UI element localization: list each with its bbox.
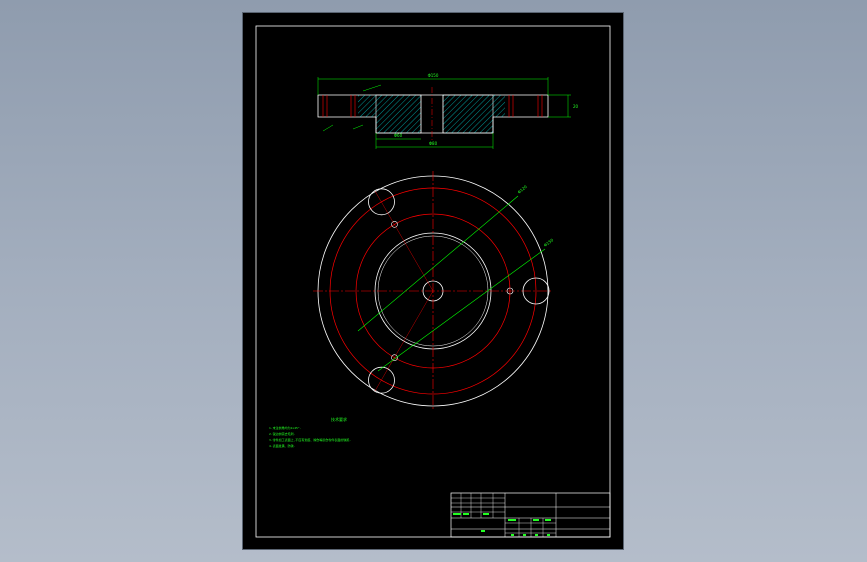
sheet-frame [255,25,611,538]
leader-line-2 [377,248,546,372]
section-hatch-left [375,94,422,134]
section-hatch-left-flange [358,95,376,117]
section-hatch-right-flange [493,95,505,117]
dim-thickness: 20 [573,104,579,109]
leader-label-1: Φ120 [516,184,528,195]
top-view: Φ120 Φ150 [313,171,555,411]
section-hatch-right [442,94,494,134]
dim-overall-width: Φ150 [428,73,439,78]
technical-requirements: 技术要求 1.未注倒角均为1x45°. 2.锐边倒钝去毛刺. 3.零件加工表面上… [269,417,389,449]
section-view: Φ150 Φ80 Φ60 20 [317,73,579,149]
cad-viewport[interactable]: Φ150 Φ80 Φ60 20 Φ120 Φ150 技术要求 1.未注倒角均为1… [0,0,867,562]
flange-drawing: Φ150 Φ80 Φ60 20 Φ120 Φ150 [255,25,611,538]
dim-bore: Φ60 [394,133,403,138]
technical-requirements-title: 技术要求 [331,417,347,422]
title-block [450,492,611,538]
flange-section-outline [317,94,549,134]
leader-label-2: Φ150 [543,237,555,248]
dim-hub: Φ80 [429,141,438,146]
technical-requirement-line: 4.表面发黑、防锈. [269,444,296,448]
drawing-sheet: Φ150 Φ80 Φ60 20 Φ120 Φ150 技术要求 1.未注倒角均为1… [243,13,623,549]
